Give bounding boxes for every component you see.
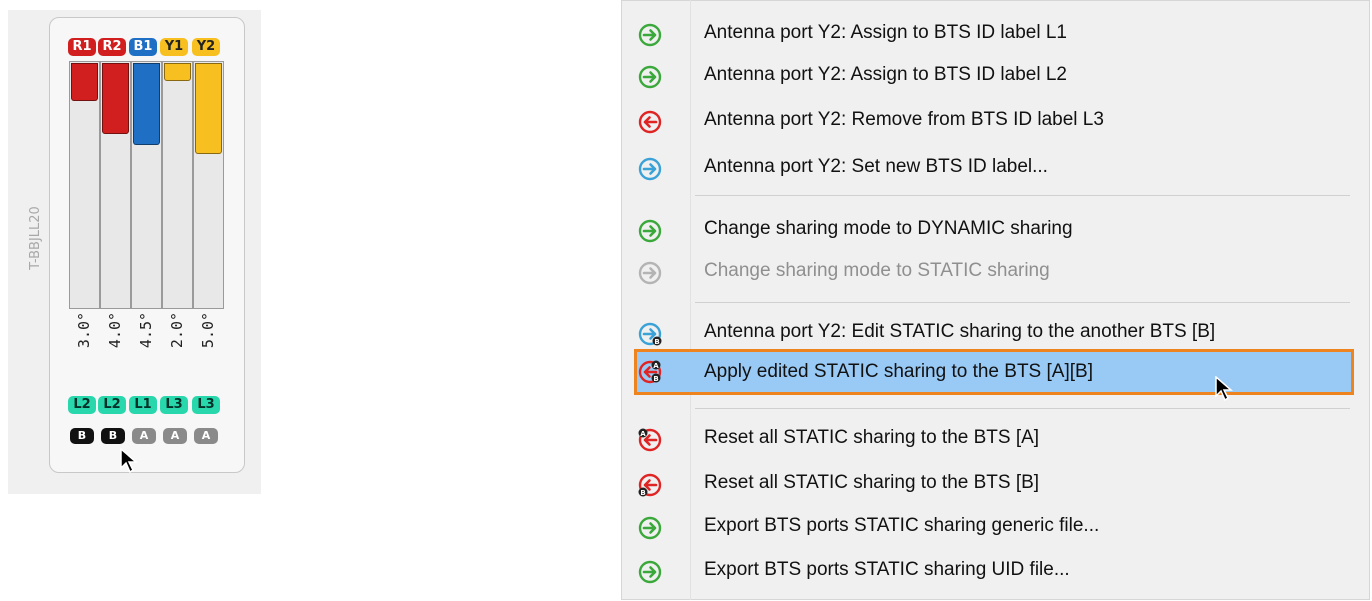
blue-arrow-right-b-icon: B (638, 322, 662, 346)
port-tag-r1[interactable]: R1 (68, 38, 96, 56)
red-arrow-left-a-icon: A (638, 428, 662, 452)
site-name-label: T-BBJLL20 (28, 206, 43, 270)
port-tilt-degree: 4.0° (106, 311, 124, 349)
svg-text:B: B (640, 489, 645, 497)
gray-arrow-right-icon (638, 261, 662, 285)
menu-item-label: Reset all STATIC sharing to the BTS [B] (704, 472, 1040, 493)
green-arrow-right-icon (638, 65, 662, 89)
port-tilt-degree: 2.0° (168, 311, 186, 349)
port-column-y1[interactable] (162, 61, 193, 309)
svg-text:B: B (654, 338, 659, 346)
menu-item-label: Antenna port Y2: Assign to BTS ID label … (704, 22, 1067, 43)
green-arrow-right-icon (638, 516, 662, 540)
menu-item-label: Antenna port Y2: Assign to BTS ID label … (704, 64, 1067, 85)
bts-id-label-tag[interactable]: L2 (68, 396, 96, 414)
bts-assignment-tag[interactable]: A (163, 428, 187, 444)
menu-item-label: Reset all STATIC sharing to the BTS [A] (704, 427, 1040, 448)
menu-item-label: Export BTS ports STATIC sharing UID file… (704, 559, 1070, 580)
menu-item-12[interactable]: Export BTS ports STATIC sharing UID file… (634, 550, 1354, 590)
port-column-b1[interactable] (131, 61, 162, 309)
port-tilt-fill (71, 63, 98, 101)
red-arrow-left-b-icon: B (638, 473, 662, 497)
red-arrow-left-icon (638, 110, 662, 134)
menu-item-6: Change sharing mode to STATIC sharing (634, 251, 1354, 291)
port-tilt-fill (133, 63, 160, 145)
bts-id-label-tag[interactable]: L2 (98, 396, 126, 414)
red-arrow-left-ab-icon: AB (638, 360, 662, 384)
menu-separator (695, 195, 1350, 196)
port-tag-b1[interactable]: B1 (129, 38, 157, 56)
svg-text:A: A (640, 430, 646, 438)
menu-item-1[interactable]: Antenna port Y2: Assign to BTS ID label … (634, 13, 1354, 53)
menu-item-label: Change sharing mode to STATIC sharing (704, 260, 1050, 281)
port-tilt-degree: 4.5° (137, 311, 155, 349)
menu-item-10[interactable]: B Reset all STATIC sharing to the BTS [B] (634, 463, 1354, 503)
menu-item-7[interactable]: B Antenna port Y2: Edit STATIC sharing to… (634, 312, 1354, 352)
port-tag-r2[interactable]: R2 (98, 38, 126, 56)
port-tilt-fill (102, 63, 129, 134)
menu-item-label: Export BTS ports STATIC sharing generic … (704, 515, 1100, 536)
menu-separator (695, 408, 1350, 409)
port-tilt-degree: 5.0° (199, 311, 217, 349)
bts-assignment-tag[interactable]: A (194, 428, 218, 444)
port-column-r1[interactable] (69, 61, 100, 309)
bts-id-label-tag[interactable]: L3 (160, 396, 188, 414)
bts-id-label-tag[interactable]: L1 (129, 396, 157, 414)
menu-item-5[interactable]: Change sharing mode to DYNAMIC sharing (634, 209, 1354, 249)
blue-arrow-right-icon (638, 157, 662, 181)
menu-item-2[interactable]: Antenna port Y2: Assign to BTS ID label … (634, 55, 1354, 95)
port-tag-y2[interactable]: Y2 (192, 38, 220, 56)
port-tag-y1[interactable]: Y1 (160, 38, 188, 56)
bts-assignment-tag[interactable]: B (70, 428, 94, 444)
menu-item-9[interactable]: A Reset all STATIC sharing to the BTS [A] (634, 418, 1354, 458)
menu-item-label: Change sharing mode to DYNAMIC sharing (704, 218, 1073, 239)
menu-item-8[interactable]: A B Apply edited STATIC sharing to the BTS… (634, 349, 1354, 395)
menu-item-3[interactable]: Antenna port Y2: Remove from BTS ID labe… (634, 100, 1354, 140)
menu-separator (695, 302, 1350, 303)
menu-item-label: Antenna port Y2: Edit STATIC sharing to … (704, 321, 1216, 342)
mouse-cursor-icon (1215, 376, 1234, 402)
port-tilt-fill (195, 63, 222, 154)
port-column-r2[interactable] (100, 61, 131, 309)
menu-item-label: Antenna port Y2: Set new BTS ID label... (704, 156, 1048, 177)
svg-text:A: A (653, 362, 659, 370)
port-tilt-degree: 3.0° (75, 311, 93, 349)
menu-item-4[interactable]: Antenna port Y2: Set new BTS ID label... (634, 147, 1354, 187)
menu-item-label: Apply edited STATIC sharing to the BTS [… (704, 361, 1093, 382)
bts-assignment-tag[interactable]: B (101, 428, 125, 444)
menu-item-label: Antenna port Y2: Remove from BTS ID labe… (704, 109, 1104, 130)
menu-item-11[interactable]: Export BTS ports STATIC sharing generic … (634, 506, 1354, 546)
port-tilt-fill (164, 63, 191, 81)
bts-assignment-tag[interactable]: A (132, 428, 156, 444)
mouse-cursor-icon (120, 448, 139, 474)
bts-id-label-tag[interactable]: L3 (192, 396, 220, 414)
green-arrow-right-icon (638, 219, 662, 243)
green-arrow-right-icon (638, 560, 662, 584)
port-column-y2[interactable] (193, 61, 224, 309)
green-arrow-right-icon (638, 23, 662, 47)
svg-text:B: B (653, 375, 658, 383)
